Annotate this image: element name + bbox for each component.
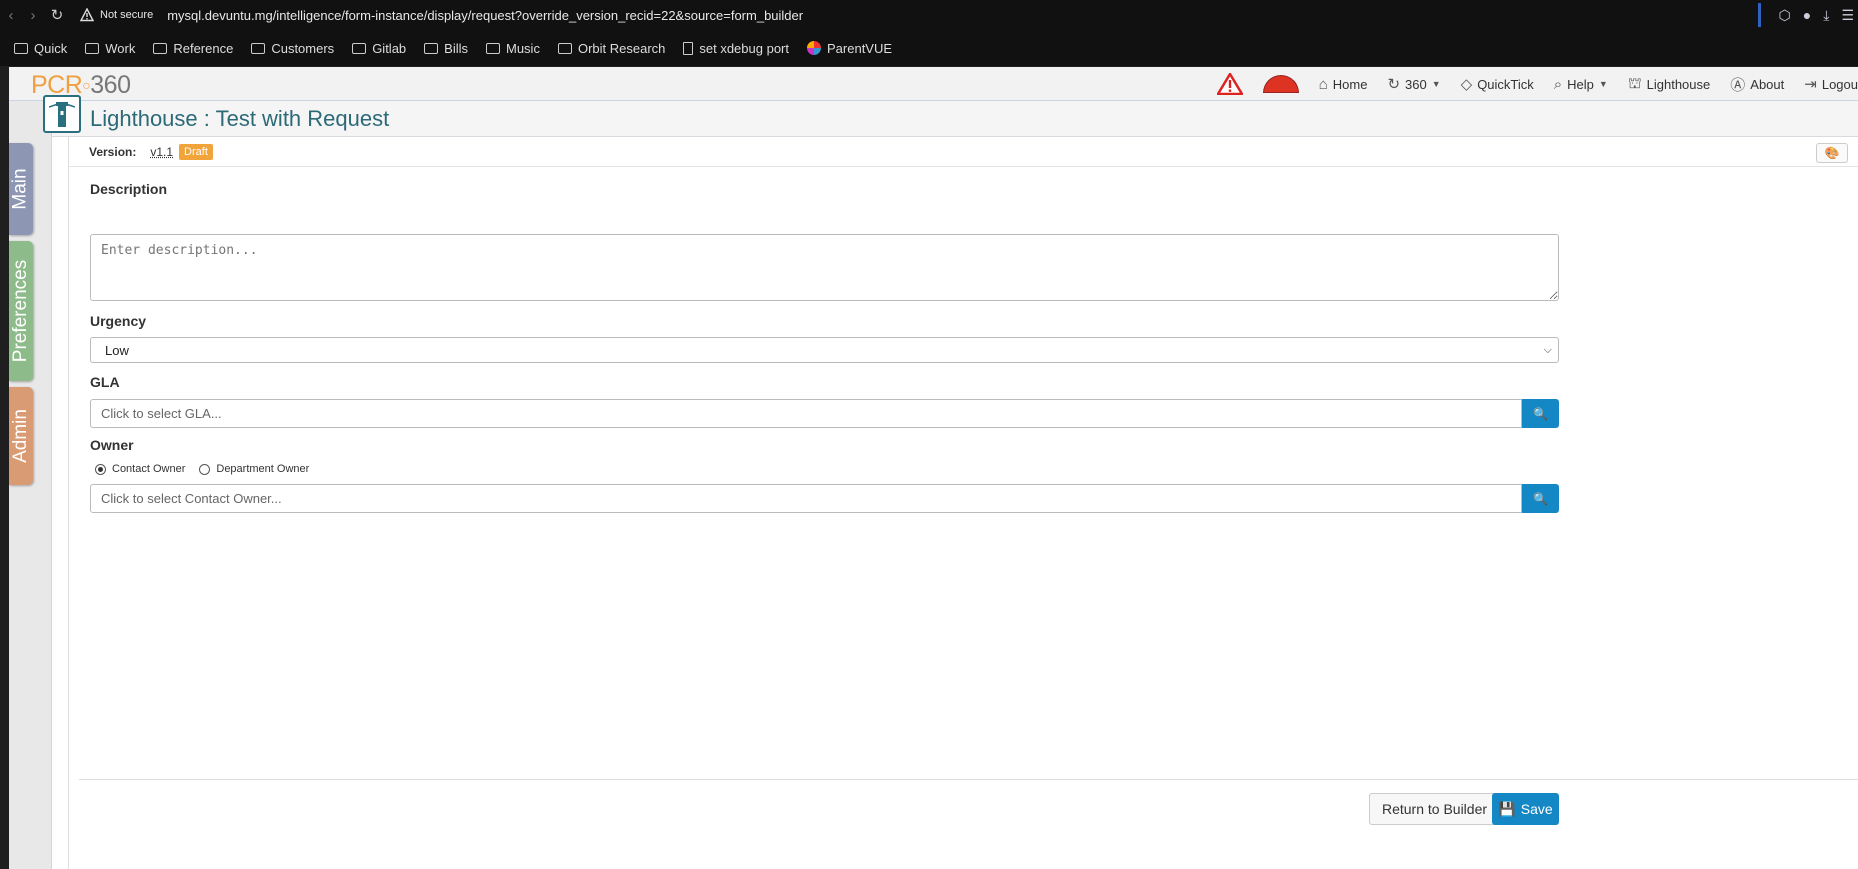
page-header: Lighthouse : Test with Request <box>52 101 1858 137</box>
bookmark-xdebug[interactable]: set xdebug port <box>683 41 789 56</box>
urgency-select[interactable]: Low ⌵ <box>90 337 1559 363</box>
nav-logout[interactable]: ⇥ Logou <box>1804 75 1858 93</box>
request-form: Version: v1.1 Draft 🎨 Description Urgenc… <box>68 137 1858 869</box>
owner-picker: Click to select Contact Owner... 🔍 <box>90 484 1559 513</box>
home-icon: ⌂ <box>1319 76 1328 93</box>
lighthouse-logo-icon <box>43 95 81 133</box>
cycle-icon: ↻ <box>1387 75 1400 93</box>
folder-icon <box>251 43 265 54</box>
top-nav: ⌂ Home ↻ 360 ▼ ◇ QuickTick ⌕ Help ▼ ⛫ Lighthous… <box>1217 67 1858 101</box>
urgency-label: Urgency <box>90 313 146 329</box>
nav-about[interactable]: Ⓐ About <box>1730 74 1784 95</box>
bookmark-reference[interactable]: Reference <box>153 41 233 56</box>
download-icon[interactable]: ⤓ <box>1823 7 1829 24</box>
owner-type-radios: Contact Owner Department Owner <box>95 463 309 475</box>
chevron-down-icon: ⌵ <box>1544 344 1552 357</box>
address-bar[interactable]: mysql.devuntu.mg/intelligence/form-insta… <box>167 8 803 23</box>
extensions-icon[interactable]: ⬡ <box>1779 7 1791 24</box>
side-tab-main[interactable]: Main <box>9 143 33 235</box>
radio-department-owner-label[interactable]: Department Owner <box>216 463 309 475</box>
page-icon <box>683 42 693 55</box>
owner-label: Owner <box>90 437 134 453</box>
theme-button[interactable]: 🎨 <box>1816 143 1848 163</box>
folder-icon <box>153 43 167 54</box>
floppy-icon: 💾 <box>1498 801 1515 818</box>
nav-360[interactable]: ↻ 360 ▼ <box>1387 75 1440 93</box>
bookmark-quick[interactable]: Quick <box>14 41 67 56</box>
gla-picker: Click to select GLA... 🔍 <box>90 399 1559 428</box>
profile-icon[interactable]: ● <box>1803 7 1811 23</box>
bookmark-music[interactable]: Music <box>486 41 540 56</box>
back-icon[interactable]: ‹ <box>0 7 22 24</box>
warning-icon <box>80 8 94 22</box>
radio-contact-owner[interactable] <box>95 464 106 475</box>
app-header: PCR○360 ⌂ Home ↻ 360 ▼ ◇ QuickTick ⌕ Help ▼ ⛫ L… <box>9 67 1858 101</box>
lighthouse-icon: ⛫ <box>1628 75 1642 94</box>
side-tabs: Main Preferences Admin <box>9 101 51 869</box>
gauge-icon[interactable] <box>1263 75 1299 93</box>
gla-label: GLA <box>90 374 120 390</box>
main-content: Lighthouse : Test with Request Version: … <box>51 101 1858 869</box>
version-label: Version: <box>89 145 136 159</box>
description-field[interactable] <box>90 234 1559 301</box>
gla-search-button[interactable]: 🔍 <box>1522 399 1559 428</box>
parentvue-icon <box>807 41 821 55</box>
alert-icon[interactable] <box>1217 73 1243 95</box>
bookmarks-bar: Quick Work Reference Customers Gitlab Bi… <box>0 30 1858 66</box>
browser-actions: ⬡ ● ⤓ ☰ <box>1758 0 1858 30</box>
browser-toolbar: ‹ › ↻ Not secure mysql.devuntu.mg/intell… <box>0 0 1858 30</box>
nav-help[interactable]: ⌕ Help ▼ <box>1554 76 1608 93</box>
caret-down-icon: ▼ <box>1432 79 1441 89</box>
divider <box>79 779 1858 780</box>
help-search-icon: ⌕ <box>1554 76 1562 93</box>
security-indicator[interactable]: Not secure <box>80 8 153 22</box>
version-value: v1.1 <box>150 145 173 159</box>
palette-icon: 🎨 <box>1825 146 1840 160</box>
search-icon: 🔍 <box>1533 407 1548 421</box>
caret-down-icon: ▼ <box>1599 79 1608 89</box>
folder-icon <box>558 43 572 54</box>
gla-input[interactable]: Click to select GLA... <box>90 399 1522 428</box>
bookmark-parentvue[interactable]: ParentVUE <box>807 41 892 56</box>
folder-icon <box>424 43 438 54</box>
save-button[interactable]: 💾 Save <box>1492 793 1559 825</box>
logout-icon: ⇥ <box>1804 75 1817 93</box>
page-title: Lighthouse : Test with Request <box>90 106 389 132</box>
bookmark-bills[interactable]: Bills <box>424 41 468 56</box>
side-tab-preferences[interactable]: Preferences <box>9 241 33 381</box>
folder-icon <box>85 43 99 54</box>
folder-icon <box>486 43 500 54</box>
nav-home[interactable]: ⌂ Home <box>1319 76 1368 93</box>
version-row: Version: v1.1 Draft 🎨 <box>69 137 1858 167</box>
tag-icon: ◇ <box>1461 75 1473 93</box>
menu-icon[interactable]: ☰ <box>1841 7 1854 24</box>
about-icon: Ⓐ <box>1730 74 1745 95</box>
reload-icon[interactable]: ↻ <box>44 6 70 24</box>
forward-icon[interactable]: › <box>22 7 44 24</box>
owner-input[interactable]: Click to select Contact Owner... <box>90 484 1522 513</box>
bookmark-gitlab[interactable]: Gitlab <box>352 41 406 56</box>
nav-quicktick[interactable]: ◇ QuickTick <box>1461 75 1534 93</box>
app-window: PCR○360 ⌂ Home ↻ 360 ▼ ◇ QuickTick ⌕ Help ▼ ⛫ L… <box>9 67 1858 869</box>
folder-icon <box>352 43 366 54</box>
radio-department-owner[interactable] <box>199 464 210 475</box>
owner-search-button[interactable]: 🔍 <box>1522 484 1559 513</box>
bookmark-orbit-research[interactable]: Orbit Research <box>558 41 665 56</box>
status-badge: Draft <box>179 144 213 160</box>
return-to-builder-button[interactable]: Return to Builder <box>1369 793 1500 825</box>
bookmark-customers[interactable]: Customers <box>251 41 334 56</box>
search-icon: 🔍 <box>1533 492 1548 506</box>
side-tab-admin[interactable]: Admin <box>9 387 33 485</box>
security-label: Not secure <box>100 9 153 21</box>
folder-icon <box>14 43 28 54</box>
bookmark-work[interactable]: Work <box>85 41 135 56</box>
urgency-value: Low <box>105 343 129 358</box>
nav-lighthouse[interactable]: ⛫ Lighthouse <box>1628 75 1710 94</box>
radio-contact-owner-label[interactable]: Contact Owner <box>112 463 185 475</box>
description-label: Description <box>90 181 167 197</box>
